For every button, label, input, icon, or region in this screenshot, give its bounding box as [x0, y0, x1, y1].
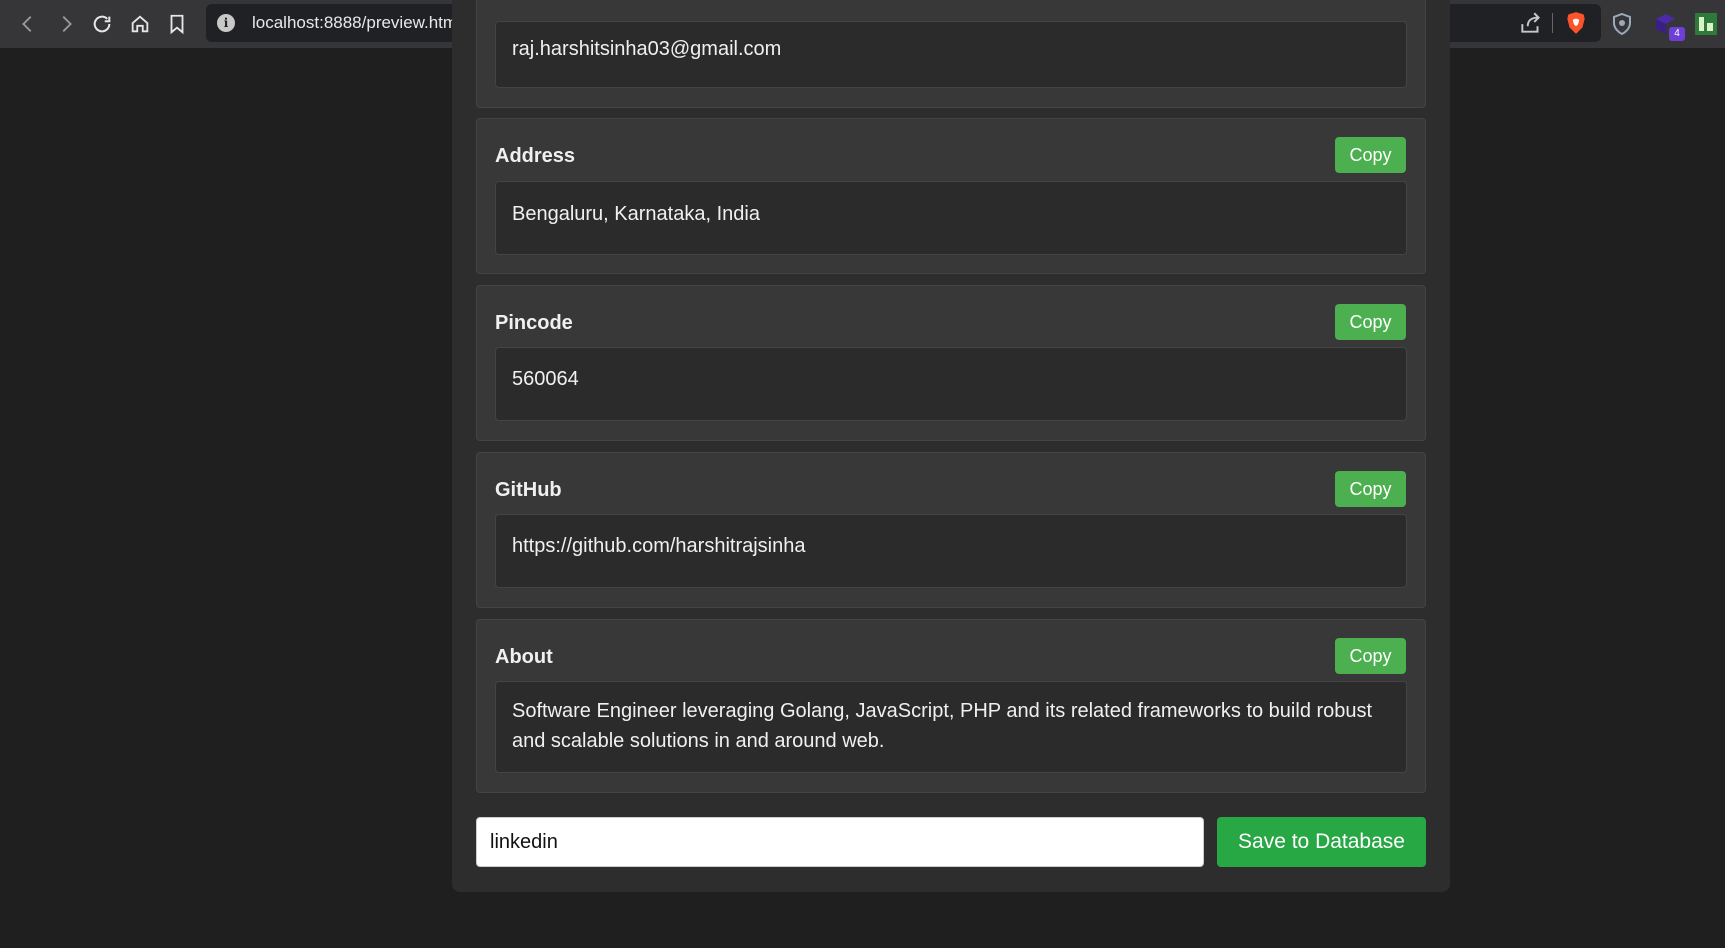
extension-app-icon[interactable] [1691, 9, 1721, 39]
pincode-title: Pincode [495, 312, 573, 334]
forward-icon [62, 16, 72, 32]
forward-button[interactable] [47, 4, 85, 44]
copy-about-button[interactable]: Copy [1335, 638, 1406, 674]
copy-pincode-button[interactable]: Copy [1335, 304, 1406, 340]
pincode-value: 560064 [495, 347, 1407, 421]
address-section: Address Copy Bengaluru, Karnataka, India [476, 118, 1426, 274]
github-section: GitHub Copy https://github.com/harshitra… [476, 452, 1426, 608]
info-icon[interactable]: i [217, 14, 235, 32]
home-button[interactable] [121, 4, 159, 44]
email-value: raj.harshitsinha03@gmail.com [495, 21, 1407, 88]
back-icon [22, 16, 32, 32]
brave-shield-icon[interactable] [1563, 10, 1589, 36]
about-section: About Copy Software Engineer leveraging … [476, 619, 1426, 793]
url-text[interactable]: localhost:8888/preview.html [252, 13, 461, 33]
email-section: raj.harshitsinha03@gmail.com [476, 0, 1426, 108]
address-title: Address [495, 145, 576, 167]
copy-github-button[interactable]: Copy [1335, 471, 1406, 507]
copy-address-button[interactable]: Copy [1335, 137, 1406, 173]
preview-card: raj.harshitsinha03@gmail.com Address Cop… [452, 0, 1450, 892]
address-value: Bengaluru, Karnataka, India [495, 181, 1407, 255]
reload-icon [93, 15, 111, 33]
pincode-section: Pincode Copy 560064 [476, 285, 1426, 441]
bookmark-button[interactable] [158, 4, 196, 44]
github-title: GitHub [495, 479, 562, 501]
extension-puzzle-button[interactable]: 4 [1651, 9, 1685, 41]
extensions-area: 4 [1607, 0, 1725, 48]
back-button[interactable] [9, 4, 47, 44]
share-icon[interactable] [1518, 10, 1544, 36]
divider [1552, 13, 1553, 33]
extension-badge: 4 [1669, 27, 1685, 41]
about-title: About [495, 646, 553, 668]
about-value: Software Engineer leveraging Golang, Jav… [495, 681, 1407, 773]
platform-input[interactable] [476, 817, 1204, 867]
bookmark-icon [170, 14, 184, 35]
reload-button[interactable] [83, 4, 121, 44]
extension-shield-icon[interactable] [1607, 9, 1637, 39]
address-bar-actions [1518, 4, 1601, 42]
github-value: https://github.com/harshitrajsinha [495, 514, 1407, 588]
save-to-database-button[interactable]: Save to Database [1217, 817, 1426, 867]
home-icon [131, 15, 149, 33]
